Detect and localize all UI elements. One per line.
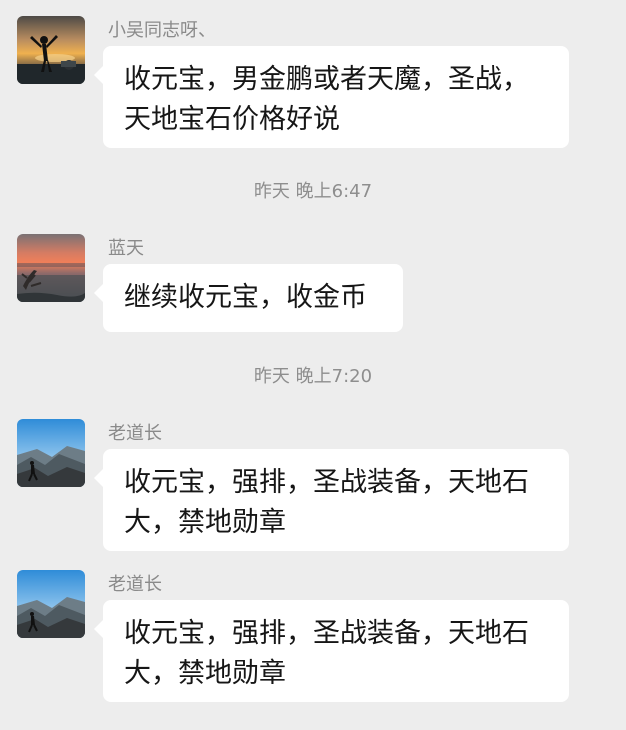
mountain-hiker-avatar-icon[interactable]	[17, 570, 85, 638]
sender-name: 小吴同志呀、	[108, 20, 216, 41]
chat-history: 小吴同志呀、 收元宝，男金鹏或者天魔，圣战， 天地宝石价格好说 昨天 晚上6:4…	[0, 0, 626, 730]
message-bubble[interactable]: 收元宝，男金鹏或者天魔，圣战， 天地宝石价格好说	[94, 46, 569, 148]
message-bubble[interactable]: 收元宝，强排，圣战装备，天地石 大，禁地勋章	[94, 600, 569, 702]
sender-name: 老道长	[108, 423, 162, 444]
sender-name: 老道长	[108, 574, 162, 595]
timestamp-label: 昨天 晚上6:47	[253, 181, 373, 202]
red-sunset-lake-avatar-icon[interactable]	[17, 234, 85, 302]
message-bubble[interactable]: 收元宝，强排，圣战装备，天地石 大，禁地勋章	[94, 449, 569, 551]
sunset-person-avatar-icon[interactable]	[17, 16, 85, 84]
sender-name: 蓝天	[108, 238, 144, 259]
message-bubble[interactable]: 继续收元宝，收金币	[94, 264, 403, 332]
timestamp-label: 昨天 晚上7:20	[253, 366, 373, 387]
mountain-hiker-avatar-icon[interactable]	[17, 419, 85, 487]
